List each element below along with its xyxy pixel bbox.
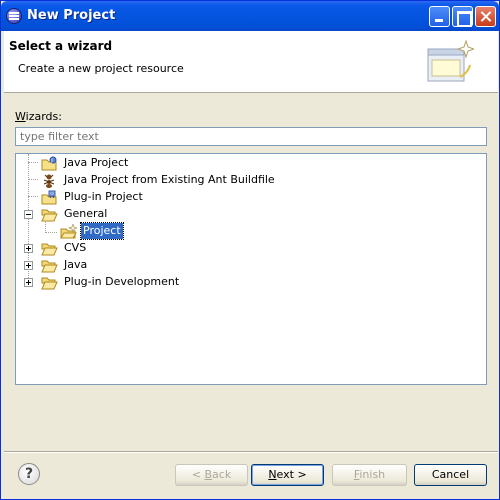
cancel-button[interactable]: Cancel [414,464,487,486]
wizard-tree[interactable]: J Java Project Java Project from Existin… [15,153,487,385]
tree-item-label: Plug-in Project [64,190,143,203]
plugin-project-icon [41,190,57,205]
tree-item-label: CVS [64,241,87,254]
finish-button[interactable]: Finish [332,464,407,486]
footer-separator [4,451,498,453]
tree-item-label: Plug-in Development [64,275,180,288]
tree-item-label: Java [64,258,88,271]
wizards-label: Wizards: [15,110,62,123]
close-button[interactable] [475,6,496,27]
svg-text:J: J [50,158,52,164]
tree-line [28,196,38,197]
folder-icon [41,277,58,290]
tree-line [28,179,38,180]
back-button[interactable]: < Back [175,464,248,486]
page-description: Create a new project resource [18,62,184,75]
tree-item-label: Java Project [64,156,129,169]
new-wizard-banner-icon [427,39,474,82]
tree-line [45,232,57,233]
window-title: New Project [27,8,116,23]
java-project-icon: J [41,156,57,171]
ant-icon [43,174,55,188]
new-project-dialog: New Project Select a wizard Create a new… [0,0,500,500]
collapse-toggle[interactable] [24,210,33,219]
page-title: Select a wizard [9,39,113,53]
wizard-header: Select a wizard Create a new project res… [4,31,498,93]
expand-toggle[interactable] [24,244,33,253]
tree-item-label: Java Project from Existing Ant Buildfile [64,173,275,186]
tree-item-label: General [64,207,108,220]
folder-open-icon [41,209,58,222]
tree-line [28,162,38,163]
expand-toggle[interactable] [24,261,33,270]
title-bar[interactable]: New Project [1,1,499,31]
maximize-button[interactable] [452,6,473,27]
tree-item-label: Project [80,222,124,240]
project-icon [60,224,77,239]
expand-toggle[interactable] [24,278,33,287]
minimize-button[interactable] [429,6,450,27]
help-icon[interactable]: ? [18,463,40,485]
filter-input[interactable] [15,127,487,146]
folder-icon [41,260,58,273]
eclipse-icon [6,8,22,24]
next-button[interactable]: Next > [251,464,324,486]
folder-icon [41,243,58,256]
